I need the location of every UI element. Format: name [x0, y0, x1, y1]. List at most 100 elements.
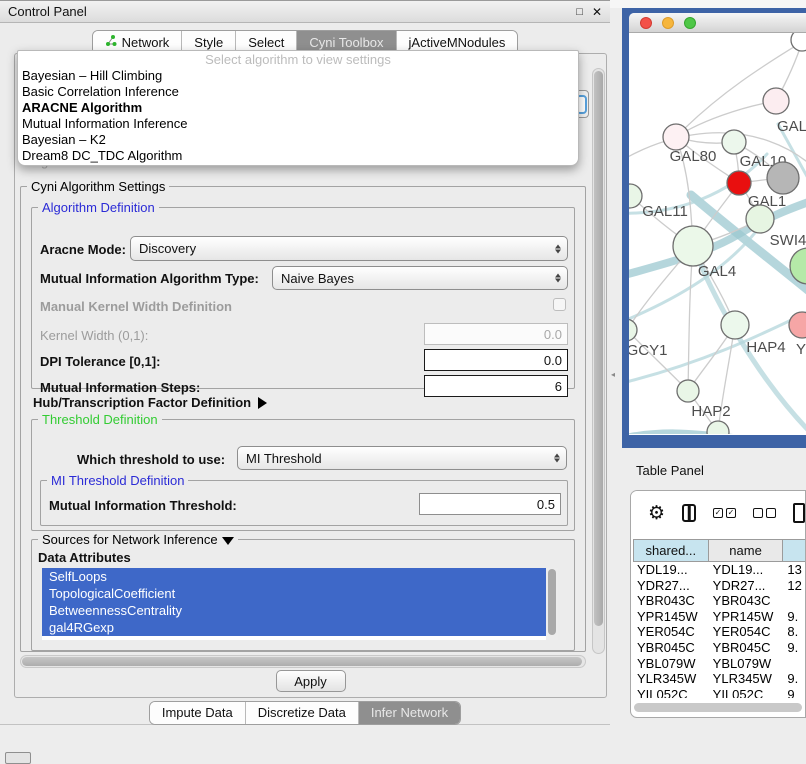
- table-cell: YBR043C: [633, 593, 709, 609]
- tab-infer-network[interactable]: Infer Network: [358, 702, 460, 724]
- algorithm-option-basic-correlation-inference[interactable]: Basic Correlation Inference: [18, 84, 578, 100]
- scrollbar-thumb[interactable]: [548, 569, 556, 635]
- column-header-shared-name[interactable]: shared...: [633, 539, 709, 562]
- table-header-row: shared... name: [633, 539, 806, 562]
- table-row[interactable]: YPR145WYPR145W9.: [633, 609, 806, 625]
- attribute-item-topologicalcoefficient[interactable]: TopologicalCoefficient: [42, 585, 546, 602]
- tab-label: Network: [122, 35, 170, 50]
- algorithm-option-dream8-dc-tdc-algorithm[interactable]: Dream8 DC_TDC Algorithm: [18, 148, 578, 164]
- network-node-gcy1[interactable]: [629, 319, 637, 341]
- threshold-type-select[interactable]: MI Threshold: [237, 446, 567, 470]
- dpi-tolerance-input[interactable]: [424, 349, 568, 371]
- gear-icon[interactable]: ⚙: [648, 504, 665, 523]
- select-all-checks-icon[interactable]: ✓✓: [713, 508, 736, 518]
- attribute-item-selfloops[interactable]: SelfLoops: [42, 568, 546, 585]
- hub-definition-expander[interactable]: Hub/Transcription Factor Definition: [33, 395, 267, 410]
- table-row[interactable]: YIL052CYIL052C9: [633, 687, 806, 698]
- kernel-width-input[interactable]: [424, 323, 568, 345]
- algorithm-placeholder: Select algorithm to view settings: [18, 51, 578, 68]
- settings-horizontal-scrollbar[interactable]: [20, 655, 586, 668]
- table-row[interactable]: YLR345WYLR345W9.: [633, 671, 806, 687]
- table-cell: 9.: [783, 671, 806, 687]
- table-panel: ⚙ ✓✓ shared... name YDL19...YDL19...13YD…: [630, 490, 806, 718]
- tab-label: jActiveMNodules: [409, 35, 506, 50]
- combo-stepper-icon: [555, 274, 561, 283]
- network-node-y[interactable]: [789, 312, 806, 338]
- network-node-gal[interactable]: [763, 88, 789, 114]
- algorithm-option-mutual-information-inference[interactable]: Mutual Information Inference: [18, 116, 578, 132]
- network-view-window[interactable]: GALGAL80GAL10GAL1GAL11SWI4GAL4GCY1HAP4YH…: [622, 8, 806, 448]
- threshold-definition-group: Threshold Definition Which threshold to …: [31, 419, 575, 531]
- network-node-swi4[interactable]: [746, 205, 774, 233]
- sources-group: Sources for Network Inference Data Attri…: [31, 539, 575, 651]
- minimize-traffic-light-icon[interactable]: [662, 17, 674, 29]
- attribute-list-scrollbar[interactable]: [546, 568, 558, 640]
- network-icon: [105, 34, 117, 50]
- network-edge[interactable]: [676, 101, 776, 137]
- group-title: Cyni Algorithm Settings: [27, 179, 169, 194]
- deselect-all-checks-icon[interactable]: [753, 508, 776, 518]
- network-node-gal1[interactable]: [727, 171, 751, 195]
- algorithm-definition-group: Algorithm Definition Aracne Mode: Discov…: [31, 207, 575, 389]
- table-row[interactable]: YBR045CYBR045C9.: [633, 640, 806, 656]
- tab-label: Discretize Data: [258, 705, 346, 720]
- network-node[interactable]: [791, 33, 806, 51]
- column-header-partial[interactable]: [783, 539, 806, 562]
- node-table: shared... name YDL19...YDL19...13YDR27..…: [633, 539, 806, 698]
- table-row[interactable]: YDR27...YDR27...12: [633, 578, 806, 594]
- network-node[interactable]: [707, 421, 729, 434]
- mi-threshold-input[interactable]: [419, 493, 561, 515]
- network-node[interactable]: [767, 162, 799, 194]
- table-cell: 8.: [783, 624, 806, 640]
- bottom-left-partial-button[interactable]: [5, 752, 31, 764]
- table-row[interactable]: YBL079WYBL079W: [633, 656, 806, 672]
- table-cell: [783, 656, 806, 672]
- table-row[interactable]: YER054CYER054C8.: [633, 624, 806, 640]
- scrollbar-thumb[interactable]: [594, 71, 603, 626]
- algorithm-option-bayesian-k2[interactable]: Bayesian – K2: [18, 132, 578, 148]
- network-edge[interactable]: [629, 196, 630, 330]
- column-layout-icon[interactable]: [682, 504, 696, 522]
- attribute-item-gal4rgexp[interactable]: gal4RGexp: [42, 619, 546, 636]
- network-node-gal10[interactable]: [722, 130, 746, 154]
- combo-stepper-icon: [555, 244, 561, 253]
- aracne-mode-select[interactable]: Discovery: [130, 236, 568, 261]
- panel-resize-handle[interactable]: ◂: [611, 370, 615, 379]
- network-node-hap2[interactable]: [677, 380, 699, 402]
- close-traffic-light-icon[interactable]: [640, 17, 652, 29]
- tab-discretize-data[interactable]: Discretize Data: [245, 702, 358, 724]
- tab-impute-data[interactable]: Impute Data: [150, 702, 245, 724]
- table-horizontal-scrollbar[interactable]: [634, 703, 802, 712]
- close-window-icon[interactable]: ✕: [592, 5, 602, 19]
- table-row[interactable]: YBR043CYBR043C: [633, 593, 806, 609]
- scrollbar-thumb[interactable]: [22, 657, 582, 666]
- attribute-item-betweennesscentrality[interactable]: BetweennessCentrality: [42, 602, 546, 619]
- data-attributes-list: SelfLoopsTopologicalCoefficientBetweenne…: [42, 568, 558, 640]
- network-node-gal4[interactable]: [673, 226, 713, 266]
- column-header-name[interactable]: name: [709, 539, 784, 562]
- apply-button[interactable]: Apply: [276, 670, 346, 692]
- network-edge[interactable]: [688, 246, 693, 391]
- zoom-traffic-light-icon[interactable]: [684, 17, 696, 29]
- network-edge[interactable]: [629, 330, 688, 391]
- algorithm-option-bayesian-hill-climbing[interactable]: Bayesian – Hill Climbing: [18, 68, 578, 84]
- network-window-titlebar[interactable]: [629, 13, 806, 33]
- network-node-gal80[interactable]: [663, 124, 689, 150]
- settings-vertical-scrollbar[interactable]: [592, 68, 605, 654]
- algorithm-option-aracne-algorithm[interactable]: ARACNE Algorithm: [18, 100, 578, 116]
- network-canvas[interactable]: GALGAL80GAL10GAL1GAL11SWI4GAL4GCY1HAP4YH…: [629, 33, 806, 434]
- node-label: GAL80: [670, 148, 717, 165]
- mi-algorithm-type-select[interactable]: Naive Bayes: [272, 266, 568, 290]
- export-table-icon[interactable]: [793, 503, 805, 523]
- network-node-hap4[interactable]: [721, 311, 749, 339]
- control-panel-bottom-tab-bar: Impute Data Discretize Data Infer Network: [0, 701, 610, 725]
- table-row[interactable]: YDL19...YDL19...13: [633, 562, 806, 578]
- mi-steps-input[interactable]: [424, 375, 568, 397]
- table-cell: YDR27...: [709, 578, 784, 594]
- group-title: Algorithm Definition: [38, 200, 159, 215]
- sources-expander[interactable]: Sources for Network Inference: [38, 532, 238, 547]
- manual-kernel-checkbox[interactable]: [553, 298, 566, 311]
- float-window-icon[interactable]: □: [576, 6, 583, 18]
- checked-box-icon: ✓: [726, 508, 736, 518]
- table-cell: YPR145W: [709, 609, 784, 625]
